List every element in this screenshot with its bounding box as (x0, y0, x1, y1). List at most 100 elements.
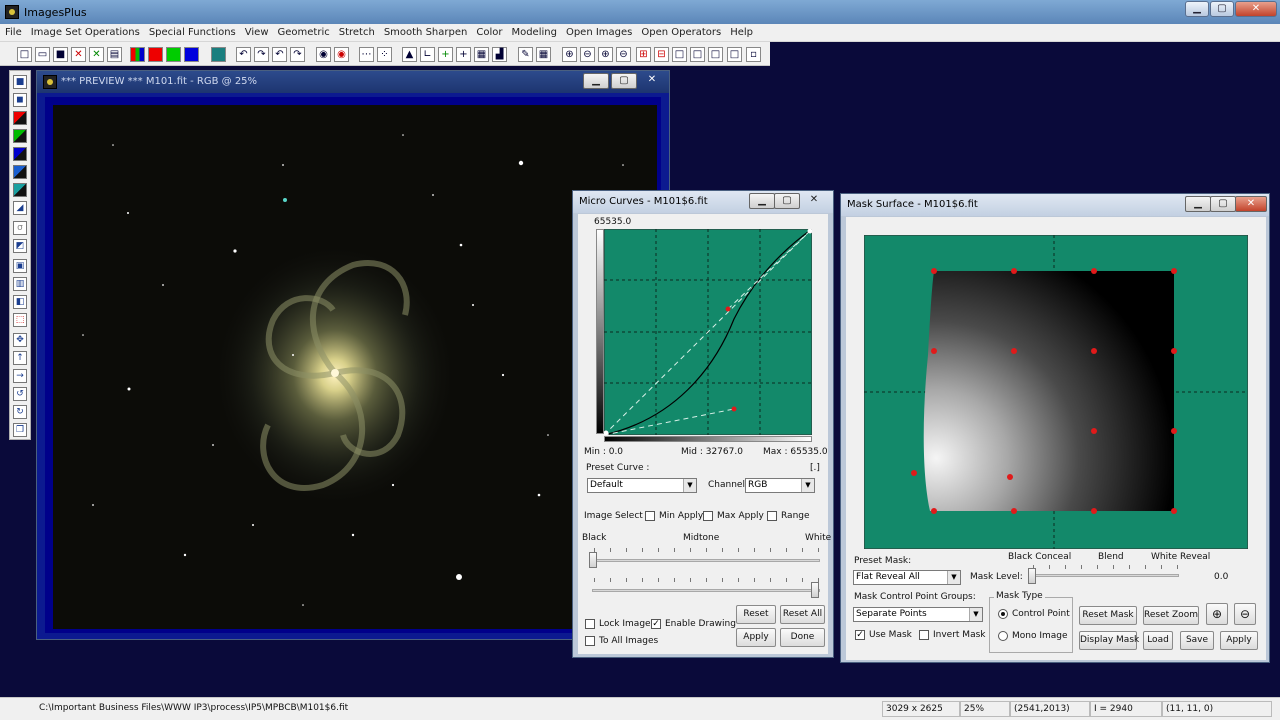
mask-close-button[interactable]: ✕ (1235, 196, 1267, 212)
preview-minimize-button[interactable]: ▁ (583, 73, 609, 89)
menu-geometric[interactable]: Geometric (273, 24, 334, 41)
done-button[interactable]: Done (780, 628, 825, 647)
white-slider-thumb[interactable] (811, 582, 819, 598)
menu-image-set-operations[interactable]: Image Set Operations (26, 24, 144, 41)
blue-dark-icon[interactable] (13, 165, 27, 179)
chart-edit-icon[interactable]: ▟ (492, 47, 507, 62)
dots-grid-icon[interactable]: ⁘ (377, 47, 392, 62)
arrow-up-icon[interactable]: ↑ (13, 351, 27, 365)
menu-modeling[interactable]: Modeling (506, 24, 561, 41)
rotate-right-icon[interactable]: ↻ (13, 405, 27, 419)
red-channel-icon[interactable] (148, 47, 163, 62)
reset-mask-button[interactable]: Reset Mask (1079, 606, 1137, 625)
save-icon[interactable]: ■ (13, 75, 27, 89)
preset-curve-select[interactable]: Default ▼ (587, 478, 697, 493)
mask-level-slider-thumb[interactable] (1028, 568, 1036, 584)
range-checkbox[interactable] (767, 511, 777, 521)
collapse-icon[interactable]: ⊟ (654, 47, 669, 62)
blue-channel-icon[interactable] (184, 47, 199, 62)
select-icon[interactable]: ⬚ (13, 313, 27, 327)
print-icon[interactable]: ▤ (107, 47, 122, 62)
matrix-icon[interactable]: ▦ (536, 47, 551, 62)
preset-mask-select[interactable]: Flat Reveal All ▼ (853, 570, 961, 585)
menu-color[interactable]: Color (471, 24, 506, 41)
zoom-in-icon[interactable]: ⊕ (562, 47, 577, 62)
cyan-black-icon[interactable] (13, 183, 27, 197)
save-disk-icon[interactable]: ■ (53, 47, 68, 62)
minimize-app-button[interactable]: ▁ (1185, 1, 1209, 17)
mask-level-slider-track[interactable] (1031, 574, 1179, 577)
red-black-icon[interactable] (13, 111, 27, 125)
zoom-out-icon[interactable]: ⊖ (1234, 603, 1256, 625)
grid-icon[interactable] (211, 47, 226, 62)
frame-3-icon[interactable]: □ (708, 47, 723, 62)
menu-file[interactable]: File (0, 24, 26, 41)
maximize-app-button[interactable]: ▢ (1210, 1, 1234, 17)
zoom-actual-icon[interactable]: ⊖ (616, 47, 631, 62)
arrow-right-icon[interactable]: → (13, 369, 27, 383)
load-mask-button[interactable]: Load (1143, 631, 1173, 650)
black-white-slider-track[interactable] (592, 559, 820, 562)
preview-close-button[interactable]: ✕ (639, 73, 665, 89)
save-mask-button[interactable]: Save (1180, 631, 1214, 650)
green-black-icon[interactable] (13, 129, 27, 143)
preview-maximize-button[interactable]: ▢ (611, 73, 637, 89)
frame-icon[interactable]: □ (672, 47, 687, 62)
new-file-icon[interactable]: □ (17, 47, 32, 62)
micro-curves-minimize-button[interactable]: ▁ (749, 193, 775, 209)
rotate-left-icon[interactable]: ↺ (13, 387, 27, 401)
mask-surface-graph[interactable] (864, 235, 1248, 549)
copy-icon[interactable]: ❐ (13, 423, 27, 437)
close-image-icon[interactable]: ✕ (71, 47, 86, 62)
rgb-channels-icon[interactable] (130, 47, 145, 62)
crosshair-icon[interactable]: + (456, 47, 471, 62)
undo-icon[interactable]: ↶ (236, 47, 251, 62)
reset-zoom-button[interactable]: Reset Zoom (1143, 606, 1199, 625)
menu-help[interactable]: Help (725, 24, 757, 41)
max-apply-checkbox[interactable] (703, 511, 713, 521)
redo-icon[interactable]: ↷ (254, 47, 269, 62)
menu-open-images[interactable]: Open Images (561, 24, 636, 41)
reset-curve-button[interactable]: Reset (736, 605, 776, 624)
zoom-out-icon[interactable]: ⊖ (580, 47, 595, 62)
expand-icon[interactable]: ⊞ (636, 47, 651, 62)
midtone-slider-track[interactable] (592, 589, 820, 592)
groups-select[interactable]: Separate Points ▼ (853, 607, 983, 622)
crosshair-plus-icon[interactable]: + (438, 47, 453, 62)
undo-all-icon[interactable]: ↶ (272, 47, 287, 62)
axis-icon[interactable]: ∟ (420, 47, 435, 62)
open-folder-icon[interactable]: ▭ (35, 47, 50, 62)
micro-curves-maximize-button[interactable]: ▢ (774, 193, 800, 209)
mask-minimize-button[interactable]: ▁ (1185, 196, 1211, 212)
apply-curve-button[interactable]: Apply (736, 628, 776, 647)
dotted-line-icon[interactable]: ⋯ (359, 47, 374, 62)
curve-graph[interactable] (604, 229, 812, 435)
mask-maximize-button[interactable]: ▢ (1210, 196, 1236, 212)
close-app-button[interactable]: ✕ (1235, 1, 1277, 17)
frame-4-icon[interactable]: □ (727, 47, 742, 62)
enable-drawing-checkbox[interactable]: ✓ (651, 619, 661, 629)
zoom-fit-icon[interactable]: ⊕ (598, 47, 613, 62)
reset-all-button[interactable]: Reset All (780, 605, 825, 624)
mono-image-radio[interactable] (998, 631, 1008, 641)
invert-mask-checkbox[interactable] (919, 630, 929, 640)
blue-black-icon[interactable] (13, 147, 27, 161)
table-icon[interactable]: ▦ (474, 47, 489, 62)
move-icon[interactable]: ✥ (13, 333, 27, 347)
pencil-icon[interactable]: ✎ (518, 47, 533, 62)
channel-select[interactable]: RGB ▼ (745, 478, 815, 493)
close-all-icon[interactable]: ✕ (89, 47, 104, 62)
green-channel-icon[interactable] (166, 47, 181, 62)
frame-2-icon[interactable]: □ (690, 47, 705, 62)
histogram-icon[interactable]: ▲ (402, 47, 417, 62)
frame-icon[interactable]: ▣ (13, 259, 27, 273)
apply-mask-button[interactable]: Apply (1220, 631, 1258, 650)
use-mask-checkbox[interactable]: ✓ (855, 630, 865, 640)
display-mask-button[interactable]: Display Mask (1079, 631, 1139, 650)
menu-stretch[interactable]: Stretch (334, 24, 379, 41)
bars-icon[interactable]: ▥ (13, 277, 27, 291)
micro-curves-close-button[interactable]: ✕ (799, 193, 829, 209)
lock-image-checkbox[interactable] (585, 619, 595, 629)
control-point-radio[interactable] (998, 609, 1008, 619)
half-black-icon[interactable]: ◧ (13, 295, 27, 309)
